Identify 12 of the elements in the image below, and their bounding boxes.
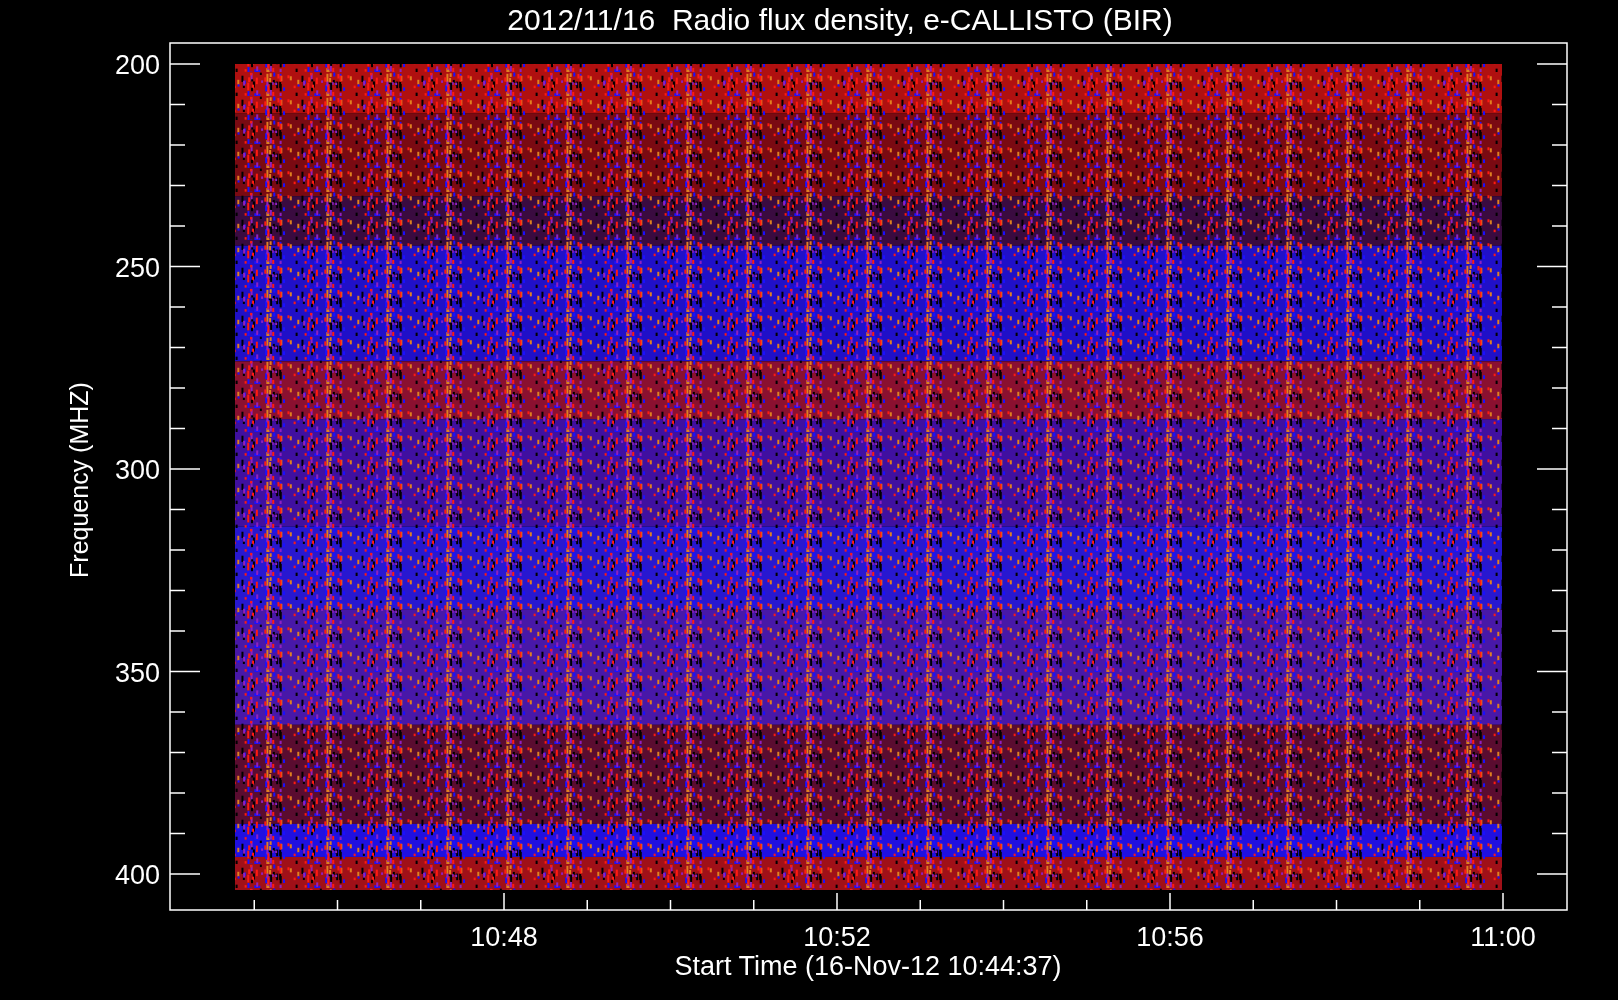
chart-title: 2012/11/16 Radio flux density, e-CALLISTO (BIR) [507, 3, 1173, 36]
y-tick-label: 300 [114, 455, 160, 485]
y-axis-label: Frequency (MHZ) [65, 382, 93, 578]
x-axis-label: Start Time (16-Nov-12 10:44:37) [674, 951, 1062, 981]
x-tick-label: 10:48 [470, 922, 538, 952]
y-tick-label: 400 [114, 860, 160, 890]
y-tick-label: 350 [114, 657, 160, 688]
x-tick-label: 10:52 [803, 922, 871, 952]
x-tick-label: 11:00 [1470, 922, 1536, 952]
x-tick-label: 10:56 [1136, 922, 1204, 952]
y-tick-label: 250 [114, 252, 160, 283]
y-tick-label: 200 [114, 50, 160, 80]
